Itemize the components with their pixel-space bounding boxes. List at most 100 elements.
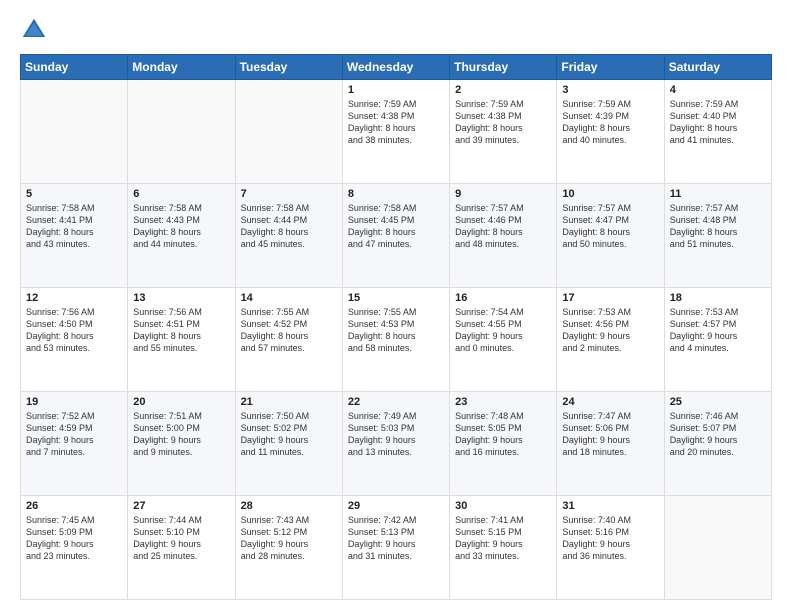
day-number: 13 <box>133 292 229 304</box>
day-info: Sunrise: 7:46 AM Sunset: 5:07 PM Dayligh… <box>670 410 766 459</box>
calendar-week-row: 26 Sunrise: 7:45 AM Sunset: 5:09 PM Dayli… <box>21 496 772 600</box>
day-info: Sunrise: 7:51 AM Sunset: 5:00 PM Dayligh… <box>133 410 229 459</box>
calendar-cell: 27Sunrise: 7:44 AM Sunset: 5:10 PM Dayli… <box>128 496 235 600</box>
day-info: Sunrise: 7:41 AM Sunset: 5:15 PM Dayligh… <box>455 514 551 563</box>
day-number: 9 <box>455 188 551 200</box>
calendar-cell: 2 Sunrise: 7:59 AM Sunset: 4:38 PM Daylig… <box>450 80 557 184</box>
day-info: Sunrise: 7:49 AM Sunset: 5:03 PM Dayligh… <box>348 410 444 459</box>
day-info: Sunrise: 7:57 AM Sunset: 4:47 PM Dayligh… <box>562 202 658 251</box>
day-number: 30 <box>455 500 551 512</box>
day-number: 29 <box>348 500 444 512</box>
calendar-cell: 15Sunrise: 7:55 AM Sunset: 4:53 PM Dayli… <box>342 288 449 392</box>
day-info: Sunrise: 7:59 AM Sunset: 4:40 PM Dayligh… <box>670 98 766 147</box>
day-info: Sunrise: 7:43 AM Sunset: 5:12 PM Dayligh… <box>241 514 337 563</box>
calendar-day-header: Monday <box>128 55 235 80</box>
day-number: 16 <box>455 292 551 304</box>
day-number: 2 <box>455 84 551 96</box>
day-info: Sunrise: 7:47 AM Sunset: 5:06 PM Dayligh… <box>562 410 658 459</box>
calendar-cell: 20 Sunrise: 7:51 AM Sunset: 5:00 PM Dayli… <box>128 392 235 496</box>
day-number: 18 <box>670 292 766 304</box>
calendar-cell: 11 Sunrise: 7:57 AM Sunset: 4:48 PM Dayli… <box>664 184 771 288</box>
logo <box>20 16 52 44</box>
calendar-table: SundayMondayTuesdayWednesdayThursdayFrid… <box>20 54 772 600</box>
day-number: 4 <box>670 84 766 96</box>
day-info: Sunrise: 7:55 AM Sunset: 4:52 PM Dayligh… <box>241 306 337 355</box>
day-number: 20 <box>133 396 229 408</box>
day-info: Sunrise: 7:56 AM Sunset: 4:51 PM Dayligh… <box>133 306 229 355</box>
day-info: Sunrise: 7:59 AM Sunset: 4:38 PM Dayligh… <box>348 98 444 147</box>
calendar-day-header: Wednesday <box>342 55 449 80</box>
calendar-cell: 19 Sunrise: 7:52 AM Sunset: 4:59 PM Dayli… <box>21 392 128 496</box>
day-info: Sunrise: 7:48 AM Sunset: 5:05 PM Dayligh… <box>455 410 551 459</box>
calendar-day-header: Sunday <box>21 55 128 80</box>
day-number: 19 <box>26 396 122 408</box>
day-number: 25 <box>670 396 766 408</box>
calendar-cell: 24 Sunrise: 7:47 AM Sunset: 5:06 PM Dayli… <box>557 392 664 496</box>
calendar-cell: 16 Sunrise: 7:54 AM Sunset: 4:55 PM Dayli… <box>450 288 557 392</box>
calendar-cell: 31Sunrise: 7:40 AM Sunset: 5:16 PM Dayli… <box>557 496 664 600</box>
day-info: Sunrise: 7:57 AM Sunset: 4:48 PM Dayligh… <box>670 202 766 251</box>
day-number: 8 <box>348 188 444 200</box>
calendar-cell: 22 Sunrise: 7:49 AM Sunset: 5:03 PM Dayli… <box>342 392 449 496</box>
calendar-cell: 17 Sunrise: 7:53 AM Sunset: 4:56 PM Dayli… <box>557 288 664 392</box>
day-info: Sunrise: 7:45 AM Sunset: 5:09 PM Dayligh… <box>26 514 122 563</box>
calendar-cell: 25 Sunrise: 7:46 AM Sunset: 5:07 PM Dayli… <box>664 392 771 496</box>
day-info: Sunrise: 7:40 AM Sunset: 5:16 PM Dayligh… <box>562 514 658 563</box>
day-info: Sunrise: 7:58 AM Sunset: 4:43 PM Dayligh… <box>133 202 229 251</box>
day-number: 28 <box>241 500 337 512</box>
calendar-cell <box>235 80 342 184</box>
calendar-cell: 5 Sunrise: 7:58 AM Sunset: 4:41 PM Daylig… <box>21 184 128 288</box>
calendar-cell: 23 Sunrise: 7:48 AM Sunset: 5:05 PM Dayli… <box>450 392 557 496</box>
day-info: Sunrise: 7:59 AM Sunset: 4:38 PM Dayligh… <box>455 98 551 147</box>
calendar-cell: 26 Sunrise: 7:45 AM Sunset: 5:09 PM Dayli… <box>21 496 128 600</box>
calendar-week-row: 1 Sunrise: 7:59 AM Sunset: 4:38 PM Daylig… <box>21 80 772 184</box>
day-number: 23 <box>455 396 551 408</box>
day-info: Sunrise: 7:58 AM Sunset: 4:41 PM Dayligh… <box>26 202 122 251</box>
calendar-header-row: SundayMondayTuesdayWednesdayThursdayFrid… <box>21 55 772 80</box>
calendar-cell: 8 Sunrise: 7:58 AM Sunset: 4:45 PM Daylig… <box>342 184 449 288</box>
calendar-cell: 12Sunrise: 7:56 AM Sunset: 4:50 PM Dayli… <box>21 288 128 392</box>
calendar-cell: 1 Sunrise: 7:59 AM Sunset: 4:38 PM Daylig… <box>342 80 449 184</box>
calendar-cell: 29Sunrise: 7:42 AM Sunset: 5:13 PM Dayli… <box>342 496 449 600</box>
calendar-cell: 10Sunrise: 7:57 AM Sunset: 4:47 PM Dayli… <box>557 184 664 288</box>
header <box>20 16 772 44</box>
day-number: 26 <box>26 500 122 512</box>
day-number: 6 <box>133 188 229 200</box>
calendar-cell <box>664 496 771 600</box>
day-number: 7 <box>241 188 337 200</box>
calendar-week-row: 5 Sunrise: 7:58 AM Sunset: 4:41 PM Daylig… <box>21 184 772 288</box>
calendar-day-header: Friday <box>557 55 664 80</box>
calendar-cell: 7 Sunrise: 7:58 AM Sunset: 4:44 PM Daylig… <box>235 184 342 288</box>
day-info: Sunrise: 7:58 AM Sunset: 4:45 PM Dayligh… <box>348 202 444 251</box>
day-info: Sunrise: 7:53 AM Sunset: 4:56 PM Dayligh… <box>562 306 658 355</box>
day-number: 21 <box>241 396 337 408</box>
day-number: 11 <box>670 188 766 200</box>
day-info: Sunrise: 7:56 AM Sunset: 4:50 PM Dayligh… <box>26 306 122 355</box>
calendar-cell: 6 Sunrise: 7:58 AM Sunset: 4:43 PM Daylig… <box>128 184 235 288</box>
logo-icon <box>20 16 48 44</box>
day-info: Sunrise: 7:58 AM Sunset: 4:44 PM Dayligh… <box>241 202 337 251</box>
day-number: 22 <box>348 396 444 408</box>
day-info: Sunrise: 7:59 AM Sunset: 4:39 PM Dayligh… <box>562 98 658 147</box>
calendar-cell: 21 Sunrise: 7:50 AM Sunset: 5:02 PM Dayli… <box>235 392 342 496</box>
day-number: 27 <box>133 500 229 512</box>
day-number: 1 <box>348 84 444 96</box>
day-info: Sunrise: 7:50 AM Sunset: 5:02 PM Dayligh… <box>241 410 337 459</box>
day-number: 15 <box>348 292 444 304</box>
page: SundayMondayTuesdayWednesdayThursdayFrid… <box>0 0 792 612</box>
day-number: 3 <box>562 84 658 96</box>
day-number: 24 <box>562 396 658 408</box>
calendar-cell: 4 Sunrise: 7:59 AM Sunset: 4:40 PM Daylig… <box>664 80 771 184</box>
day-number: 17 <box>562 292 658 304</box>
calendar-cell: 18Sunrise: 7:53 AM Sunset: 4:57 PM Dayli… <box>664 288 771 392</box>
calendar-cell <box>128 80 235 184</box>
calendar-day-header: Thursday <box>450 55 557 80</box>
calendar-cell <box>21 80 128 184</box>
calendar-day-header: Saturday <box>664 55 771 80</box>
day-info: Sunrise: 7:54 AM Sunset: 4:55 PM Dayligh… <box>455 306 551 355</box>
day-info: Sunrise: 7:52 AM Sunset: 4:59 PM Dayligh… <box>26 410 122 459</box>
day-info: Sunrise: 7:57 AM Sunset: 4:46 PM Dayligh… <box>455 202 551 251</box>
calendar-day-header: Tuesday <box>235 55 342 80</box>
calendar-cell: 30 Sunrise: 7:41 AM Sunset: 5:15 PM Dayli… <box>450 496 557 600</box>
day-number: 5 <box>26 188 122 200</box>
